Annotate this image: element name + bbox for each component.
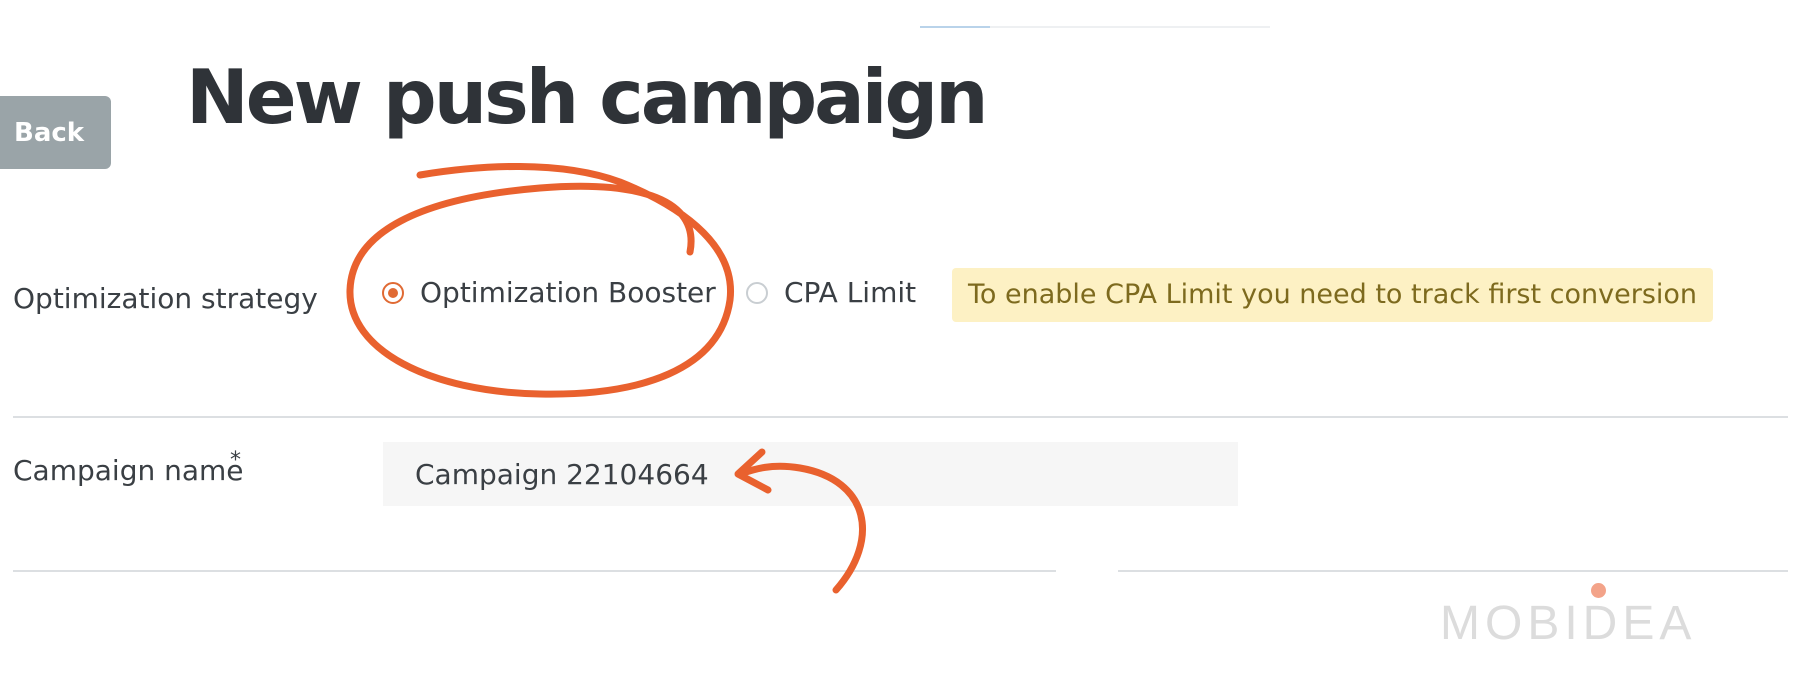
page-title: New push campaign xyxy=(186,53,989,141)
optimization-strategy-label: Optimization strategy xyxy=(13,282,318,315)
campaign-name-input[interactable] xyxy=(383,442,1238,506)
radio-unselected-icon[interactable] xyxy=(746,281,768,304)
back-button[interactable]: Back xyxy=(0,96,111,169)
brand-logo: MOBIDEA xyxy=(1440,597,1697,650)
section-divider xyxy=(13,570,1056,572)
top-divider-accent xyxy=(920,26,990,28)
radio-optimization-booster[interactable]: Optimization Booster xyxy=(382,276,716,309)
section-divider xyxy=(1118,570,1788,572)
campaign-name-label: Campaign name xyxy=(13,454,244,487)
radio-option-label: CPA Limit xyxy=(784,276,917,309)
required-asterisk: * xyxy=(230,448,241,473)
radio-selected-icon[interactable] xyxy=(382,281,404,304)
radio-option-label: Optimization Booster xyxy=(420,276,716,309)
radio-cpa-limit[interactable]: CPA Limit xyxy=(746,276,916,309)
section-divider xyxy=(13,416,1788,418)
cpa-limit-notice: To enable CPA Limit you need to track fi… xyxy=(952,268,1714,322)
